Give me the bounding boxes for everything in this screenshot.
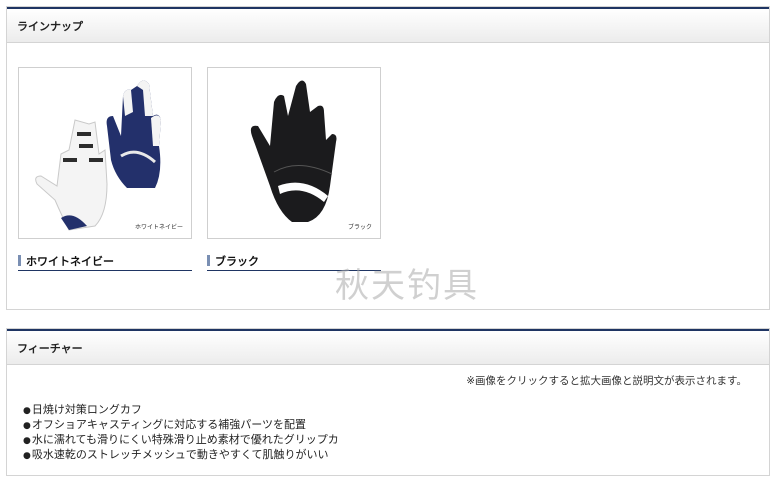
feature-item: 水に濡れても滑りにくい特殊滑り止め素材で優れたグリップカ xyxy=(23,433,339,448)
name-marker xyxy=(207,255,210,266)
watermark: 秋天钓具 xyxy=(335,266,479,306)
product-black[interactable]: ブラック ブラック xyxy=(207,67,381,271)
image-click-note: ※画像をクリックすると拡大画像と説明文が表示されます。 xyxy=(466,375,747,387)
product-image-black[interactable]: ブラック xyxy=(207,67,381,239)
feature-list: 日焼け対策ロングカフ オフショアキャスティングに対応する補強パーツを配置 水に濡… xyxy=(23,403,339,463)
image-caption: ホワイトネイビー xyxy=(134,224,183,231)
product-white-navy[interactable]: ホワイトネイビー ホワイトネイビー xyxy=(18,67,192,271)
image-caption: ブラック xyxy=(347,224,372,231)
product-name: ブラック xyxy=(215,254,259,268)
feature-item: 吸水速乾のストレッチメッシュで動きやすくて肌触りがいい xyxy=(23,448,339,463)
name-marker xyxy=(18,255,21,266)
features-panel: フィーチャー ※画像をクリックすると拡大画像と説明文が表示されます。 日焼け対策… xyxy=(6,328,770,476)
lineup-header: ラインナップ xyxy=(7,7,769,43)
features-header: フィーチャー xyxy=(7,329,769,365)
product-name-link[interactable]: ホワイトネイビー xyxy=(18,251,192,271)
feature-item: オフショアキャスティングに対応する補強パーツを配置 xyxy=(23,418,339,433)
feature-item: 日焼け対策ロングカフ xyxy=(23,403,339,418)
glove-image-black xyxy=(250,80,337,222)
product-image-white-navy[interactable]: ホワイトネイビー xyxy=(18,67,192,239)
glove-image-white-navy xyxy=(35,80,161,231)
product-name: ホワイトネイビー xyxy=(26,254,114,268)
